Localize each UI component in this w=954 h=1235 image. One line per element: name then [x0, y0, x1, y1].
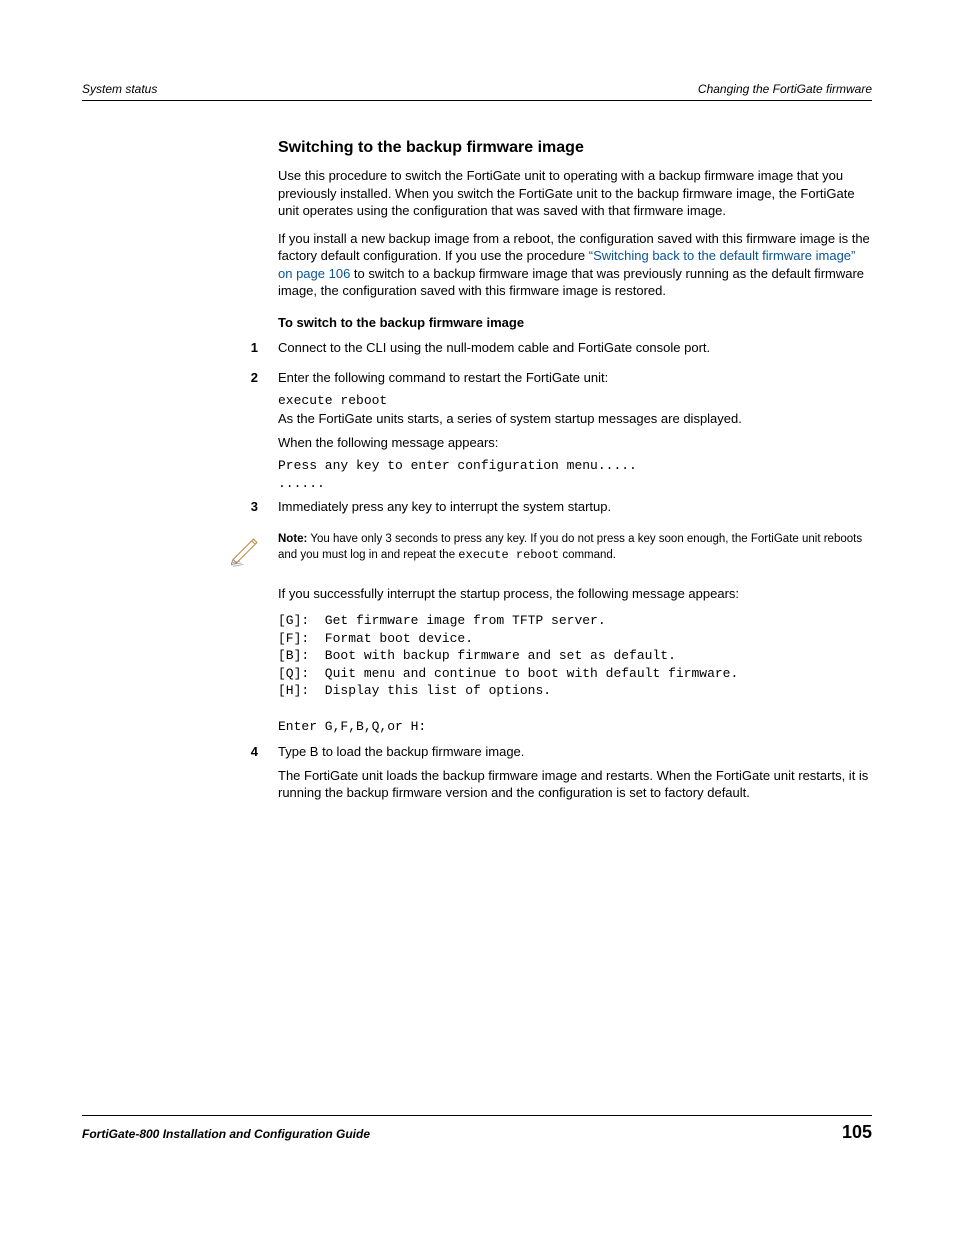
cli-command: execute reboot	[278, 392, 872, 410]
step-text-after-2: When the following message appears:	[278, 434, 872, 452]
note-icon	[228, 532, 268, 571]
step-number: 4	[236, 743, 278, 808]
step-number: 2	[236, 369, 278, 492]
step-text: Connect to the CLI using the null-modem …	[278, 339, 872, 357]
step-3: 3 Immediately press any key to interrupt…	[278, 498, 872, 522]
intro2-text-b: to switch to a backup firmware image tha…	[278, 266, 864, 299]
header-left: System status	[82, 82, 157, 96]
step-1: 1 Connect to the CLI using the null-mode…	[278, 339, 872, 363]
note-block: Note: You have only 3 seconds to press a…	[228, 532, 872, 571]
step-text-after-1: As the FortiGate units starts, a series …	[278, 410, 872, 428]
intro-paragraph-2: If you install a new backup image from a…	[278, 230, 872, 300]
after-note-text: If you successfully interrupt the startu…	[278, 585, 872, 603]
note-body: Note: You have only 3 seconds to press a…	[268, 532, 872, 564]
procedure-subhead: To switch to the backup firmware image	[278, 314, 872, 332]
cli-output: Press any key to enter configuration men…	[278, 457, 872, 492]
note-text-b: command.	[559, 549, 616, 561]
step-2: 2 Enter the following command to restart…	[278, 369, 872, 492]
page-content: Switching to the backup firmware image U…	[278, 139, 872, 808]
step-text-after: The FortiGate unit loads the backup firm…	[278, 767, 872, 802]
step-text: Type B to load the backup firmware image…	[278, 743, 872, 761]
note-cmd: execute reboot	[458, 548, 559, 562]
step-number: 1	[236, 339, 278, 363]
step-text: Immediately press any key to interrupt t…	[278, 498, 872, 516]
page-footer: FortiGate-800 Installation and Configura…	[82, 1115, 872, 1143]
running-header: System status Changing the FortiGate fir…	[82, 82, 872, 101]
footer-title: FortiGate-800 Installation and Configura…	[82, 1127, 370, 1141]
step-text: Enter the following command to restart t…	[278, 369, 872, 387]
cli-menu-block: [G]: Get firmware image from TFTP server…	[278, 612, 872, 735]
page-number: 105	[842, 1122, 872, 1143]
section-title: Switching to the backup firmware image	[278, 139, 872, 157]
note-label: Note:	[278, 533, 307, 545]
intro-paragraph-1: Use this procedure to switch the FortiGa…	[278, 167, 872, 220]
step-4: 4 Type B to load the backup firmware ima…	[278, 743, 872, 808]
step-number: 3	[236, 498, 278, 522]
header-right: Changing the FortiGate firmware	[698, 82, 872, 96]
